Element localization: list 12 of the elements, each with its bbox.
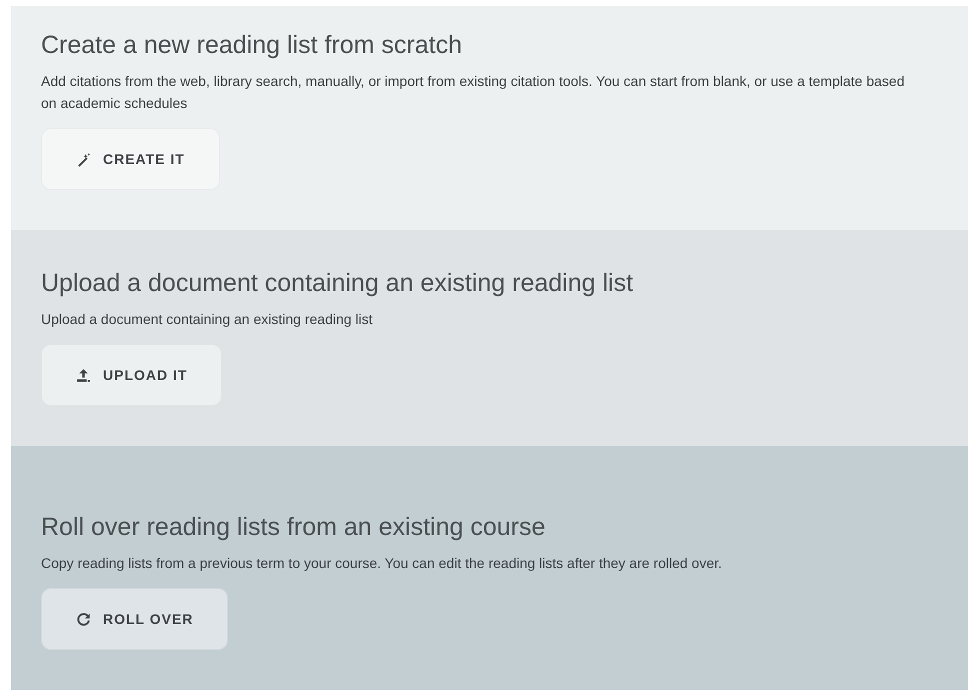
refresh-icon — [76, 612, 91, 626]
section-title: Upload a document containing an existing reading list — [41, 268, 634, 299]
section-description: Upload a document containing an existing reading list — [41, 310, 374, 329]
section-description: Copy reading lists from a previous term to your course. You can edit the reading lists after they are rolled over. — [41, 554, 723, 573]
action-button[interactable]: UPLOAD IT — [41, 344, 222, 406]
section-title: Create a new reading list from scratch — [41, 30, 464, 61]
action-button[interactable]: CREATE IT — [41, 128, 220, 190]
wand-icon — [76, 152, 91, 166]
section-title: Roll over reading lists from an existing course — [41, 512, 546, 543]
action-button[interactable]: ROLL OVER — [41, 588, 228, 650]
upload-icon — [76, 368, 91, 382]
section-description: Add citations from the web, library search, manually, or import from existing citation tools. You can start from blank, or use a template based on academic schedules — [41, 72, 906, 113]
